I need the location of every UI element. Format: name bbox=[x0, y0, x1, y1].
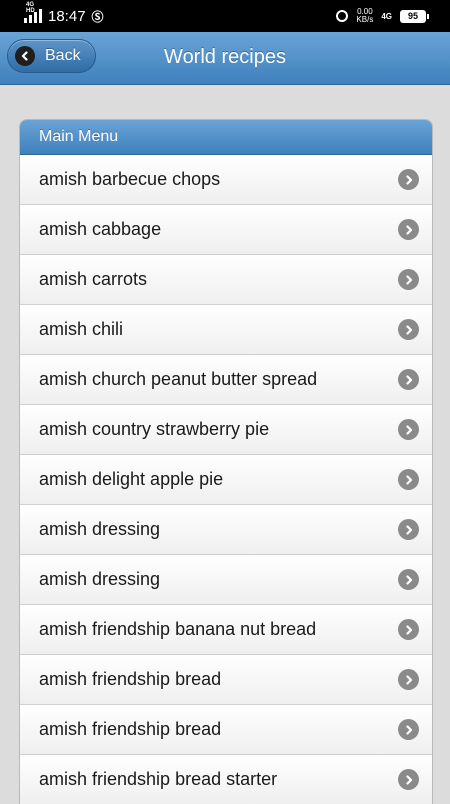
chevron-right-icon bbox=[398, 769, 419, 790]
list-item[interactable]: amish church peanut butter spread bbox=[20, 354, 432, 404]
chevron-right-icon bbox=[398, 319, 419, 340]
status-right: 0.00 KB/s 4G 95 bbox=[336, 0, 429, 32]
chevron-right-icon bbox=[398, 169, 419, 190]
chevron-right-icon bbox=[398, 369, 419, 390]
list-item[interactable]: amish barbecue chops bbox=[20, 155, 432, 204]
list-item[interactable]: amish friendship bread bbox=[20, 704, 432, 754]
mobile-data-indicator: 4G bbox=[381, 11, 392, 21]
chevron-right-icon bbox=[398, 619, 419, 640]
list-item-label: amish friendship bread bbox=[39, 669, 222, 689]
chevron-right-icon bbox=[398, 269, 419, 290]
list-item[interactable]: amish country strawberry pie bbox=[20, 404, 432, 454]
list-item[interactable]: amish cabbage bbox=[20, 204, 432, 254]
chevron-right-icon bbox=[398, 519, 419, 540]
signal-icon: 4G HD bbox=[24, 2, 42, 23]
clock: 18:47 bbox=[48, 7, 86, 25]
list-item-label: amish carrots bbox=[39, 269, 148, 289]
back-button-label: Back bbox=[45, 47, 81, 64]
list-item-label: amish friendship banana nut bread bbox=[39, 619, 317, 639]
back-button[interactable]: Back bbox=[7, 39, 96, 73]
chevron-right-icon bbox=[398, 669, 419, 690]
speed-unit: KB/s bbox=[356, 15, 374, 24]
chevron-left-icon bbox=[15, 46, 35, 66]
list-item-label: amish friendship bread bbox=[39, 719, 222, 739]
list-items: amish barbecue chops amish cabbage amish c… bbox=[20, 155, 432, 804]
list-divider: Main Menu bbox=[20, 120, 432, 155]
list-item[interactable]: amish friendship bread starter bbox=[20, 754, 432, 804]
battery-level: 95 bbox=[407, 11, 418, 21]
chevron-right-icon bbox=[398, 219, 419, 240]
list-item[interactable]: amish carrots bbox=[20, 254, 432, 304]
status-bar: 4G HD 18:47 Ⓢ 0.00 KB/s 4G 95 bbox=[0, 0, 450, 32]
battery-icon: 95 bbox=[400, 9, 429, 23]
list-item-label: amish delight apple pie bbox=[39, 469, 224, 489]
list-item-label: amish cabbage bbox=[39, 219, 162, 239]
chevron-right-icon bbox=[398, 569, 419, 590]
app-header: Back World recipes bbox=[0, 32, 450, 85]
list-item-label: amish church peanut butter spread bbox=[39, 369, 318, 389]
list-item[interactable]: amish dressing bbox=[20, 504, 432, 554]
list-item-label: amish country strawberry pie bbox=[39, 419, 270, 439]
list-item[interactable]: amish friendship banana nut bread bbox=[20, 604, 432, 654]
list-item[interactable]: amish dressing bbox=[20, 554, 432, 604]
list-item[interactable]: amish chili bbox=[20, 304, 432, 354]
chevron-right-icon bbox=[398, 419, 419, 440]
chevron-right-icon bbox=[398, 469, 419, 490]
network-type: 4G HD bbox=[26, 2, 35, 14]
network-speed: 0.00 KB/s bbox=[356, 8, 373, 24]
list-item-label: amish friendship bread starter bbox=[39, 769, 278, 789]
recipe-list: Main Menu amish barbecue chops amish cabb… bbox=[19, 119, 433, 804]
list-item-label: amish dressing bbox=[39, 519, 161, 539]
notification-icon: Ⓢ bbox=[91, 9, 104, 24]
list-item-label: amish chili bbox=[39, 319, 124, 339]
status-left: 4G HD 18:47 Ⓢ bbox=[24, 0, 104, 32]
chevron-right-icon bbox=[398, 719, 419, 740]
alarm-icon bbox=[336, 10, 349, 22]
list-item[interactable]: amish delight apple pie bbox=[20, 454, 432, 504]
list-item-label: amish barbecue chops bbox=[39, 169, 221, 189]
list-item-label: amish dressing bbox=[39, 569, 161, 589]
list-item[interactable]: amish friendship bread bbox=[20, 654, 432, 704]
